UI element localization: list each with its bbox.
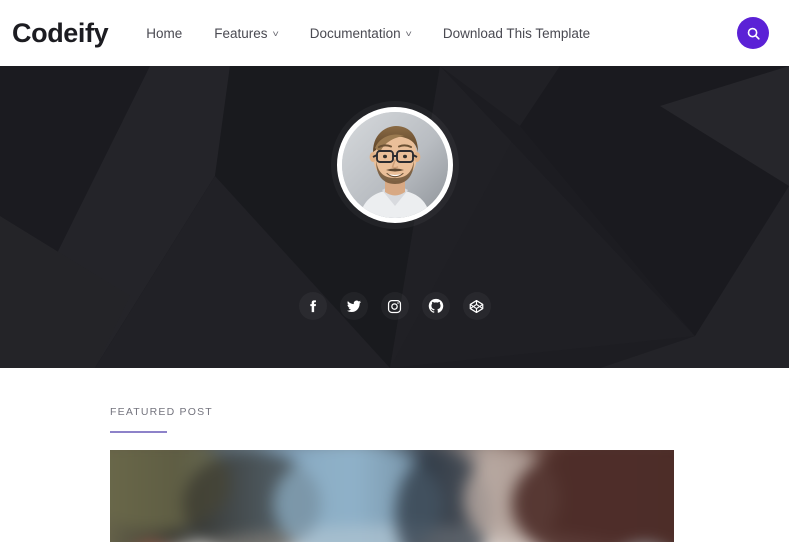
- social-link-facebook[interactable]: [298, 292, 327, 320]
- featured-post-image[interactable]: [110, 449, 674, 542]
- nav-item-label: Features: [214, 25, 268, 41]
- search-button[interactable]: [737, 17, 769, 49]
- nav-item-label: Download This Template: [442, 25, 591, 41]
- search-icon: [747, 27, 760, 40]
- avatar-photo: [341, 112, 448, 218]
- instagram-icon: [387, 299, 402, 313]
- chevron-down-icon: ˅: [404, 28, 412, 39]
- nav-item-download-this-template[interactable]: Download This Template: [427, 20, 606, 47]
- featured-post-label: FEATURED POST: [110, 406, 213, 418]
- brand-logo[interactable]: Codeify: [12, 19, 109, 47]
- nav-item-home[interactable]: Home: [130, 20, 198, 47]
- codepen-icon: [469, 299, 484, 313]
- facebook-icon: [310, 299, 316, 312]
- nav-item-features[interactable]: Features ˅: [198, 20, 294, 47]
- social-link-twitter[interactable]: [339, 292, 368, 320]
- featured-post-heading: FEATURED POST: [110, 407, 213, 433]
- social-link-codepen[interactable]: [462, 292, 491, 320]
- github-icon: [428, 298, 443, 313]
- hero-banner: [0, 66, 789, 368]
- hero-content: [0, 66, 789, 368]
- chevron-down-icon: ˅: [271, 28, 279, 39]
- nav-item-label: Home: [146, 25, 183, 41]
- nav-item-documentation[interactable]: Documentation ˅: [294, 20, 427, 47]
- nav-item-label: Documentation: [309, 25, 401, 41]
- featured-post-photo: [110, 449, 674, 542]
- avatar[interactable]: [336, 107, 453, 223]
- social-links: [298, 292, 491, 320]
- social-link-github[interactable]: [421, 292, 450, 320]
- main-navigation: Home Features ˅ Documentation ˅ Download…: [130, 20, 737, 47]
- featured-post-section: FEATURED POST: [0, 368, 789, 542]
- twitter-icon: [346, 300, 361, 313]
- navbar: Codeify Home Features ˅ Documentation ˅ …: [0, 0, 789, 66]
- social-link-instagram[interactable]: [380, 292, 409, 320]
- heading-underline: [110, 430, 167, 433]
